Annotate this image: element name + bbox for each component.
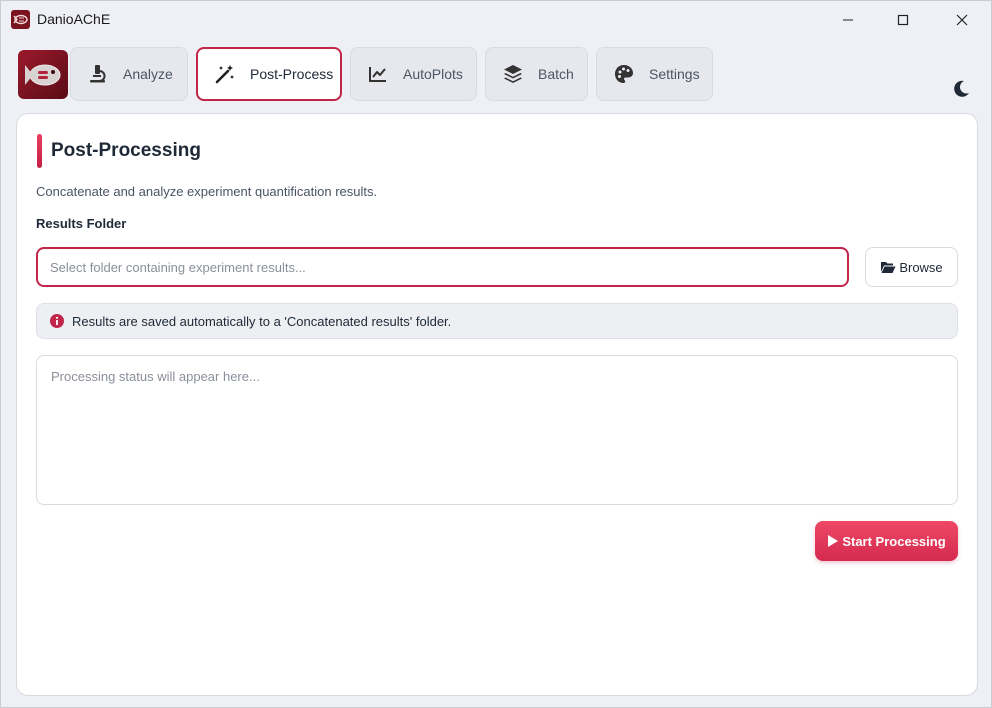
tab-post-process[interactable]: Post-Process	[196, 47, 342, 101]
info-text: Results are saved automatically to a 'Co…	[72, 313, 452, 329]
page-description: Concatenate and analyze experiment quant…	[36, 184, 378, 199]
window-title: DanioAChE	[37, 11, 111, 27]
tab-analyze[interactable]: Analyze	[70, 47, 188, 101]
microscope-icon	[87, 63, 109, 85]
tab-settings[interactable]: Settings	[596, 47, 713, 101]
app-logo	[18, 50, 68, 99]
tab-label: Analyze	[123, 66, 173, 82]
post-processing-panel: Post-Processing Concatenate and analyze …	[16, 113, 978, 696]
folder-open-icon	[881, 262, 896, 273]
processing-status-box[interactable]	[36, 355, 958, 505]
close-icon	[956, 14, 968, 26]
tab-autoplots[interactable]: AutoPlots	[350, 47, 477, 101]
start-processing-label: Start Processing	[842, 533, 946, 549]
page-title: Post-Processing	[51, 140, 201, 161]
maximize-icon	[897, 14, 909, 26]
tab-label: Batch	[538, 66, 574, 82]
maximize-button[interactable]	[874, 1, 932, 39]
app-icon	[11, 10, 30, 29]
info-icon	[50, 314, 64, 328]
title-bar: DanioAChE	[1, 1, 991, 39]
tab-label: Settings	[649, 66, 700, 82]
close-button[interactable]	[933, 1, 991, 39]
magic-wand-icon	[214, 63, 236, 85]
tab-label: AutoPlots	[403, 66, 463, 82]
results-folder-label: Results Folder	[36, 216, 127, 231]
minimize-icon	[843, 19, 853, 21]
start-processing-button[interactable]: Start Processing	[815, 521, 958, 561]
theme-toggle-moon-icon[interactable]	[951, 79, 973, 101]
palette-icon	[613, 63, 635, 85]
browse-label: Browse	[899, 259, 943, 275]
app-window: DanioAChE Analyze Post-Process AutoPlots…	[0, 0, 992, 708]
minimize-button[interactable]	[819, 1, 877, 39]
results-folder-input[interactable]	[36, 247, 849, 287]
tab-batch[interactable]: Batch	[485, 47, 588, 101]
tab-label: Post-Process	[250, 66, 334, 82]
browse-button[interactable]: Browse	[865, 247, 958, 287]
accent-bar	[37, 134, 42, 168]
layers-icon	[502, 63, 524, 85]
line-chart-icon	[367, 63, 389, 85]
info-banner: Results are saved automatically to a 'Co…	[36, 303, 958, 339]
play-icon	[828, 535, 839, 547]
